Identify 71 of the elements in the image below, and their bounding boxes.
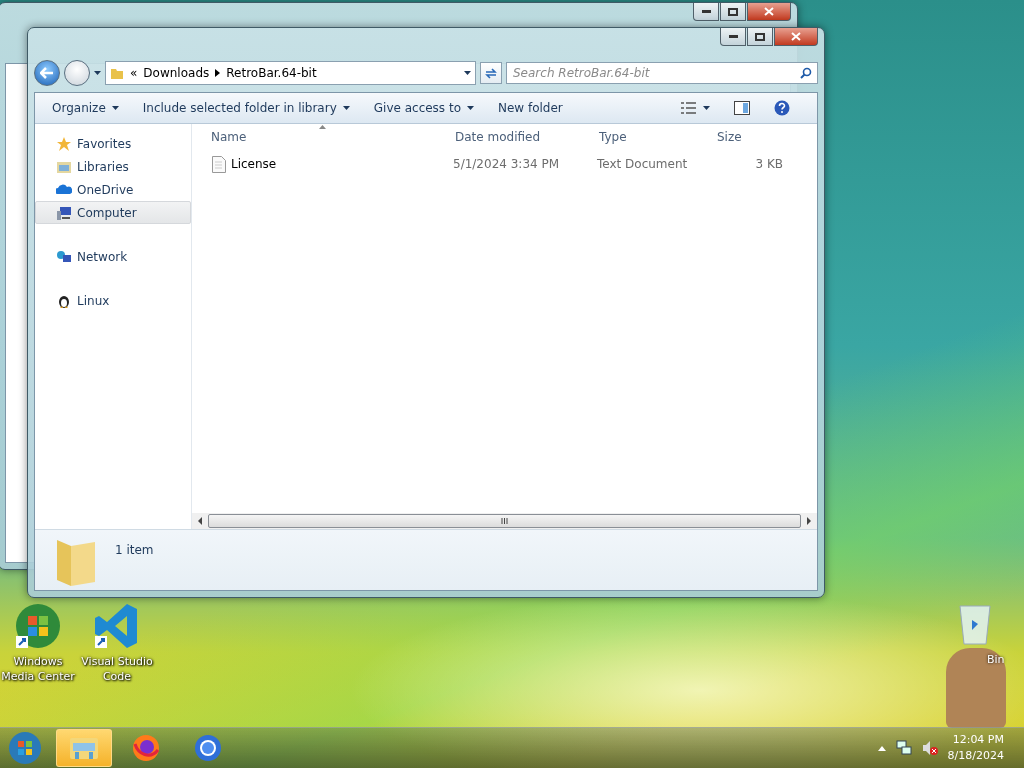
command-button[interactable]: Include selected folder in library — [135, 96, 357, 120]
nav-item[interactable]: Linux — [35, 289, 191, 312]
maximize-button[interactable] — [747, 28, 773, 46]
breadcrumb-item[interactable]: Downloads — [143, 66, 210, 80]
minimize-icon — [728, 35, 738, 38]
sort-arrow-icon — [318, 125, 326, 129]
speaker-muted-icon[interactable] — [921, 740, 938, 756]
logo-icon — [8, 731, 42, 765]
item-count: 1 item — [115, 543, 154, 557]
help-icon — [774, 100, 790, 116]
back-button[interactable] — [34, 60, 60, 86]
breadcrumb-overflow[interactable]: « — [130, 66, 138, 80]
caret-icon — [467, 106, 474, 110]
browser-icon — [132, 734, 160, 762]
close-button[interactable] — [774, 28, 818, 46]
refresh-button[interactable] — [480, 62, 502, 84]
caret-icon — [342, 106, 350, 110]
caret-icon — [111, 106, 119, 110]
file-name: License — [231, 157, 277, 171]
maximize-icon — [728, 7, 738, 16]
computer-icon — [56, 204, 72, 221]
close-icon — [791, 32, 801, 41]
browser-icon — [194, 734, 222, 762]
maximize-button[interactable] — [720, 3, 746, 21]
breadcrumb-item[interactable]: RetroBar.64-bit — [226, 66, 317, 80]
pane-icon — [734, 101, 750, 115]
size-cell-text: 3 KB — [754, 157, 784, 171]
search-icon — [800, 67, 812, 79]
nav-item[interactable]: Libraries — [35, 155, 191, 178]
date-cell-text: 5/1/2024 3:34 PM — [453, 157, 561, 171]
back-arrow-icon — [40, 67, 54, 79]
nav-item[interactable]: Network — [35, 245, 191, 268]
grip-icon — [501, 518, 508, 524]
list-view-icon — [681, 102, 697, 114]
minimize-button[interactable] — [720, 28, 746, 46]
network-icon[interactable] — [895, 740, 912, 756]
command-button[interactable]: Give access to — [366, 96, 481, 120]
file-row[interactable]: License 5/1/2024 3:34 PM Text Document 3 KB — [192, 153, 817, 175]
caret-icon — [464, 71, 471, 75]
type-cell-text: Text Document — [597, 157, 689, 171]
nav-item[interactable]: OneDrive — [35, 178, 191, 201]
close-icon — [764, 7, 774, 16]
horizontal-scrollbar[interactable] — [192, 513, 817, 529]
column-header[interactable]: Type — [597, 124, 715, 150]
address-bar[interactable]: « Downloads RetroBar.64-bit — [105, 61, 476, 85]
refresh-icon — [484, 67, 498, 79]
command-button[interactable]: New folder — [491, 96, 570, 120]
column-header[interactable]: Name — [192, 124, 453, 150]
folder-icon — [110, 66, 124, 80]
document-icon — [212, 155, 226, 173]
network-icon — [56, 248, 72, 265]
minimize-button[interactable] — [693, 3, 719, 21]
search-field[interactable]: Search RetroBar.64-bit — [506, 62, 818, 84]
clock-date[interactable]: 8/18/2024 — [947, 748, 1004, 764]
column-header[interactable]: Size — [715, 124, 791, 150]
star-icon — [56, 135, 72, 152]
scrollbar-thumb[interactable] — [208, 514, 801, 528]
caret-icon — [94, 71, 101, 75]
chevron-icon — [215, 69, 221, 77]
caret-icon — [703, 106, 710, 110]
command-button[interactable]: Organize — [45, 96, 126, 120]
column-header[interactable]: Date modified — [453, 124, 597, 150]
minimize-icon — [701, 10, 711, 13]
logo-icon — [14, 602, 62, 650]
forward-button[interactable] — [64, 60, 90, 86]
nav-item[interactable]: Computer — [35, 201, 191, 224]
nav-item[interactable]: Favorites — [35, 132, 191, 155]
caret-up-icon[interactable] — [877, 745, 886, 751]
maximize-icon — [755, 32, 765, 41]
folder-icon — [69, 735, 99, 761]
close-button[interactable] — [747, 3, 791, 21]
